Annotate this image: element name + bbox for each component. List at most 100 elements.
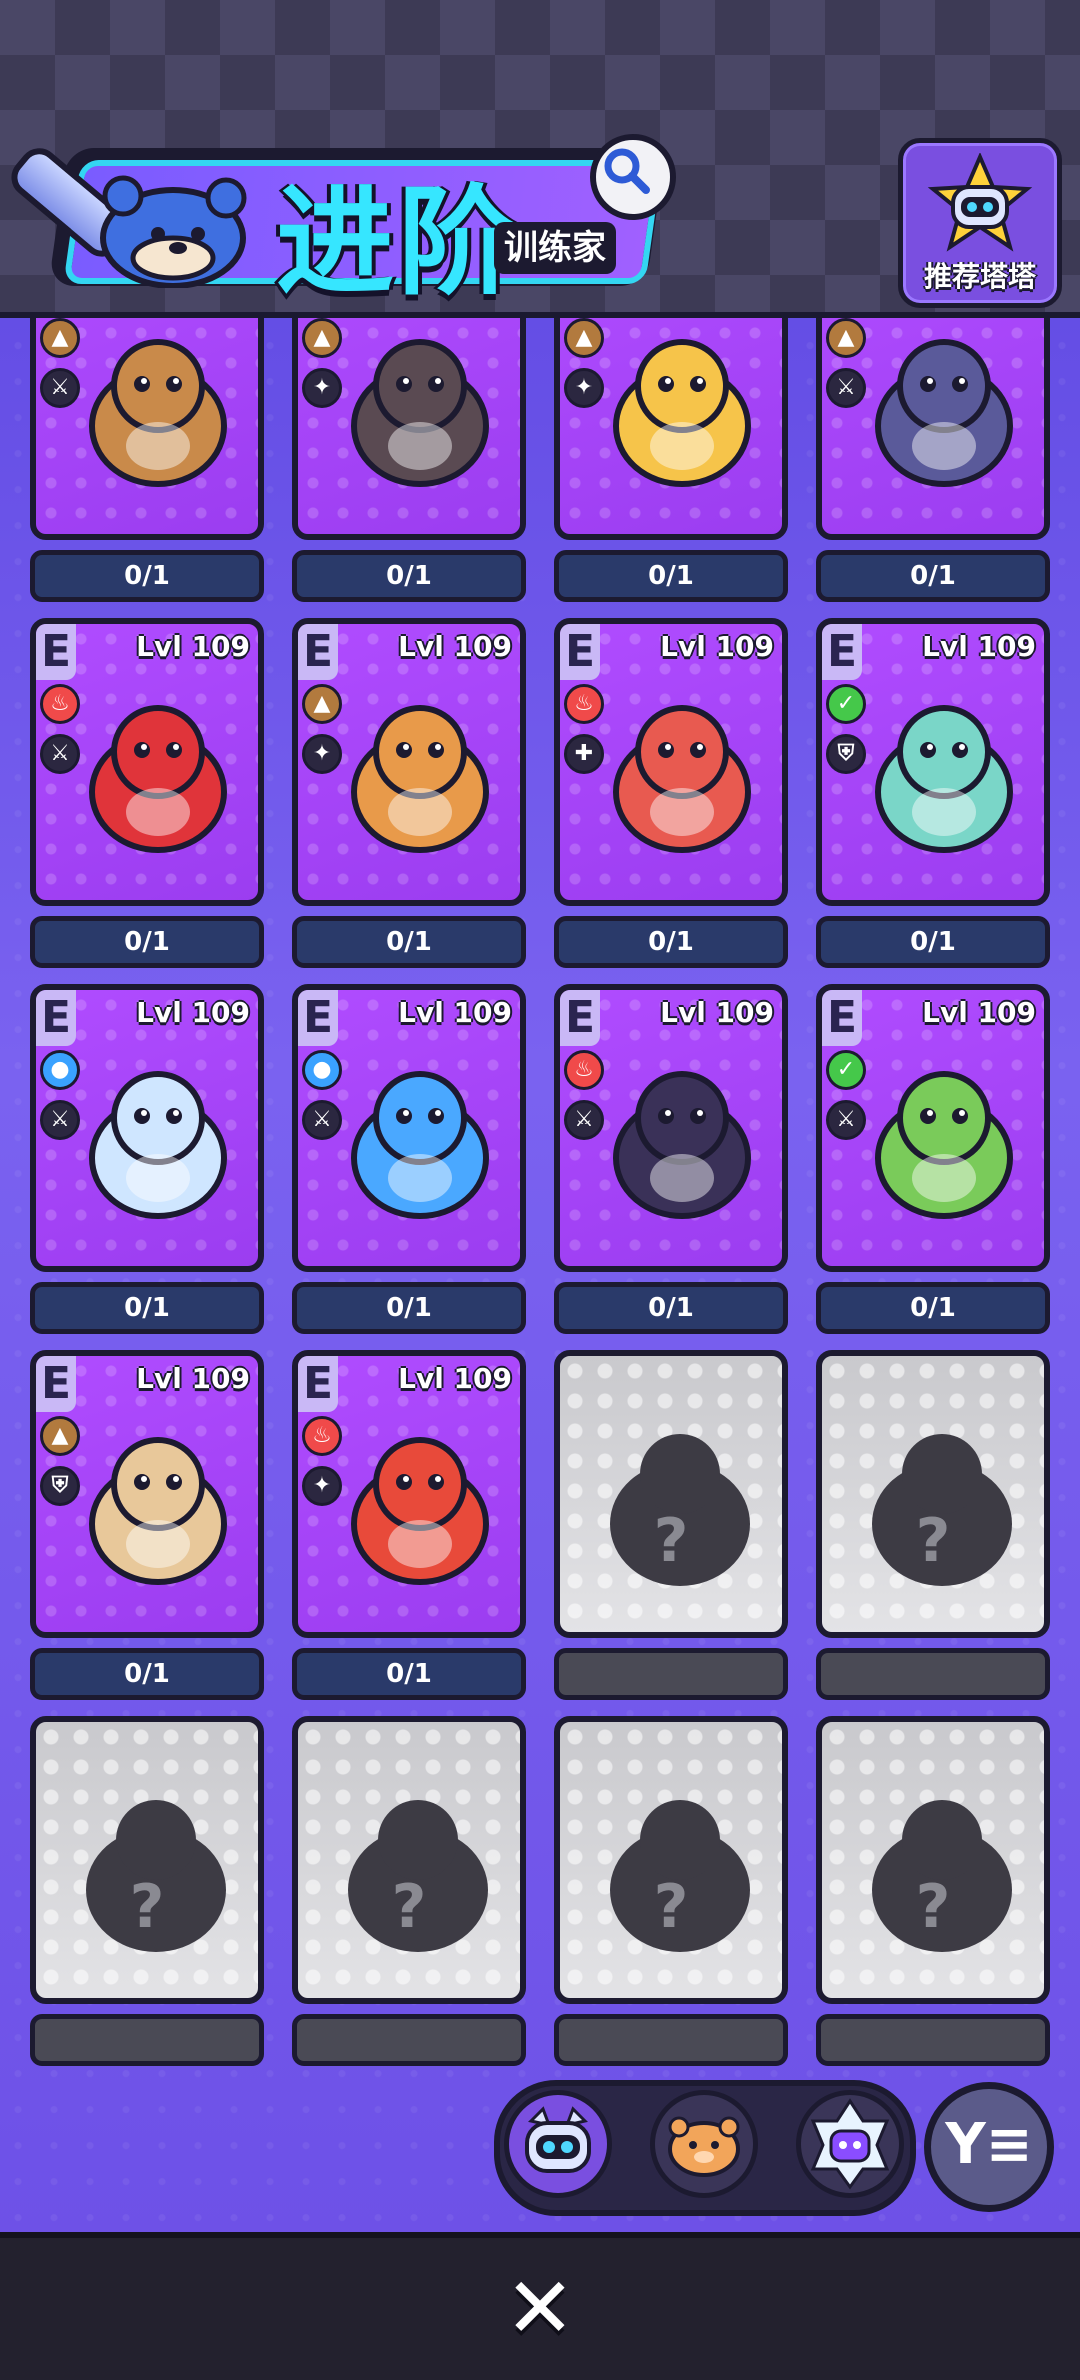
card-cell[interactable]: E Lvl 109 ✓ ⛨ 0/1 <box>816 618 1050 968</box>
mushroom-bear-icon <box>89 1437 227 1585</box>
locked-monster-card[interactable]: ? <box>816 1716 1050 2004</box>
rank-badge: E <box>298 1356 338 1412</box>
monster-card[interactable]: ▲ ✦ <box>292 312 526 540</box>
earth-element-icon: ▲ <box>302 318 342 358</box>
card-cell[interactable]: ? <box>554 1716 788 2066</box>
card-cell[interactable]: ▲ ⚔ 0/1 <box>30 312 264 602</box>
monster-card[interactable]: E Lvl 109 ♨ ✦ <box>292 1350 526 1638</box>
card-cell[interactable]: ? <box>816 1716 1050 2066</box>
card-cell[interactable]: E Lvl 109 ▲ ⛨ 0/1 <box>30 1350 264 1700</box>
card-cell[interactable]: ? <box>292 1716 526 2066</box>
locked-monster-card[interactable]: ? <box>816 1350 1050 1638</box>
level-label: Lvl 109 <box>136 996 250 1029</box>
level-label: Lvl 109 <box>398 630 512 663</box>
monster-card[interactable]: ▲ ✦ <box>554 312 788 540</box>
earth-element-icon: ▲ <box>826 318 866 358</box>
card-cell[interactable]: E Lvl 109 ✓ ⚔ 0/1 <box>816 984 1050 1334</box>
locked-monster-card[interactable]: ? <box>30 1716 264 2004</box>
leaf-element-icon: ✓ <box>826 1050 866 1090</box>
defense-role-icon: ⛨ <box>826 734 866 774</box>
earth-element-icon: ▲ <box>40 1416 80 1456</box>
monster-card[interactable]: E Lvl 109 ● ⚔ <box>292 984 526 1272</box>
card-count: 0/1 <box>554 916 788 968</box>
fire-element-icon: ♨ <box>564 1050 604 1090</box>
magic-role-icon: ✦ <box>302 1466 342 1506</box>
kangaroo-icon <box>351 705 489 853</box>
card-count: 0/1 <box>816 1282 1050 1334</box>
jellyfish-icon <box>89 1071 227 1219</box>
level-label: Lvl 109 <box>136 630 250 663</box>
card-cell[interactable]: ? <box>30 1716 264 2066</box>
magic-role-icon: ✦ <box>302 734 342 774</box>
card-count: 0/1 <box>816 916 1050 968</box>
earth-element-icon: ▲ <box>564 318 604 358</box>
monster-card[interactable]: E Lvl 109 ♨ ⚔ <box>30 618 264 906</box>
crystal-tab[interactable] <box>796 2090 904 2198</box>
monster-card[interactable]: E Lvl 109 ♨ ✚ <box>554 618 788 906</box>
title-banner: 进阶 训练家 <box>3 134 676 311</box>
unknown-question-mark: ? <box>391 1872 427 1942</box>
card-cell[interactable]: E Lvl 109 ♨ ✚ 0/1 <box>554 618 788 968</box>
card-cell[interactable]: ▲ ✦ 0/1 <box>554 312 788 602</box>
bear-mascot-icon <box>100 175 247 288</box>
seal-icon <box>351 339 489 487</box>
leaf-element-icon: ✓ <box>826 684 866 724</box>
monster-card[interactable]: E Lvl 109 ● ⚔ <box>30 984 264 1272</box>
hamster-icon <box>668 2116 740 2177</box>
monster-card[interactable]: E Lvl 109 ✓ ⛨ <box>816 618 1050 906</box>
attack-role-icon: ⚔ <box>826 1100 866 1140</box>
unknown-question-mark: ? <box>653 1872 689 1942</box>
card-count: 0/1 <box>30 550 264 602</box>
card-cell[interactable]: E Lvl 109 ● ⚔ 0/1 <box>30 984 264 1334</box>
filter-button[interactable]: Y≡ <box>924 2082 1054 2212</box>
water-element-icon: ● <box>40 1050 80 1090</box>
earth-element-icon: ▲ <box>40 318 80 358</box>
magic-role-icon: ✦ <box>302 368 342 408</box>
level-label: Lvl 109 <box>922 996 1036 1029</box>
card-cell[interactable]: ? <box>816 1350 1050 1700</box>
page-title: 进阶 <box>276 173 521 311</box>
search-button[interactable] <box>590 134 676 220</box>
locked-monster-card[interactable]: ? <box>292 1716 526 2004</box>
card-cell[interactable]: E Lvl 109 ● ⚔ 0/1 <box>292 984 526 1334</box>
monster-card[interactable]: E Lvl 109 ✓ ⚔ <box>816 984 1050 1272</box>
recommend-tata-button[interactable]: 推荐塔塔 <box>898 138 1062 308</box>
card-cell[interactable]: ? <box>554 1350 788 1700</box>
card-cell[interactable]: E Lvl 109 ♨ ✦ 0/1 <box>292 1350 526 1700</box>
water-element-icon: ● <box>302 1050 342 1090</box>
heal-role-icon: ✚ <box>564 734 604 774</box>
monster-card[interactable]: ▲ ⚔ <box>816 312 1050 540</box>
octopus-icon <box>351 1071 489 1219</box>
card-cell[interactable]: ▲ ✦ 0/1 <box>292 312 526 602</box>
monster-card[interactable]: E Lvl 109 ▲ ⛨ <box>30 1350 264 1638</box>
card-count: 0/1 <box>292 1648 526 1700</box>
card-count: 0/1 <box>816 550 1050 602</box>
card-count: 0/1 <box>554 550 788 602</box>
magic-role-icon: ✦ <box>564 368 604 408</box>
rank-badge: E <box>36 990 76 1046</box>
locked-monster-card[interactable]: ? <box>554 1350 788 1638</box>
tata-tab[interactable] <box>504 2090 612 2198</box>
card-count: 0/1 <box>554 1282 788 1334</box>
card-cell[interactable]: E Lvl 109 ♨ ⚔ 0/1 <box>554 984 788 1334</box>
card-cell[interactable]: E Lvl 109 ▲ ✦ 0/1 <box>292 618 526 968</box>
close-button[interactable]: ✕ <box>500 2266 580 2350</box>
card-cell[interactable]: ▲ ⚔ 0/1 <box>816 312 1050 602</box>
level-label: Lvl 109 <box>922 630 1036 663</box>
attack-role-icon: ⚔ <box>40 734 80 774</box>
rhino-icon <box>875 339 1013 487</box>
locked-monster-card[interactable]: ? <box>554 1716 788 2004</box>
rank-badge: E <box>36 624 76 680</box>
monster-card[interactable]: E Lvl 109 ♨ ⚔ <box>554 984 788 1272</box>
card-count <box>816 1648 1050 1700</box>
monster-card[interactable]: E Lvl 109 ▲ ✦ <box>292 618 526 906</box>
card-count: 0/1 <box>292 916 526 968</box>
robot-cat-icon <box>525 2106 591 2173</box>
card-cell[interactable]: E Lvl 109 ♨ ⚔ 0/1 <box>30 618 264 968</box>
earth-element-icon: ▲ <box>302 684 342 724</box>
pet-tab[interactable] <box>650 2090 758 2198</box>
monster-card[interactable]: ▲ ⚔ <box>30 312 264 540</box>
rank-badge: E <box>298 990 338 1046</box>
card-count <box>554 2014 788 2066</box>
unknown-question-mark: ? <box>915 1506 951 1576</box>
